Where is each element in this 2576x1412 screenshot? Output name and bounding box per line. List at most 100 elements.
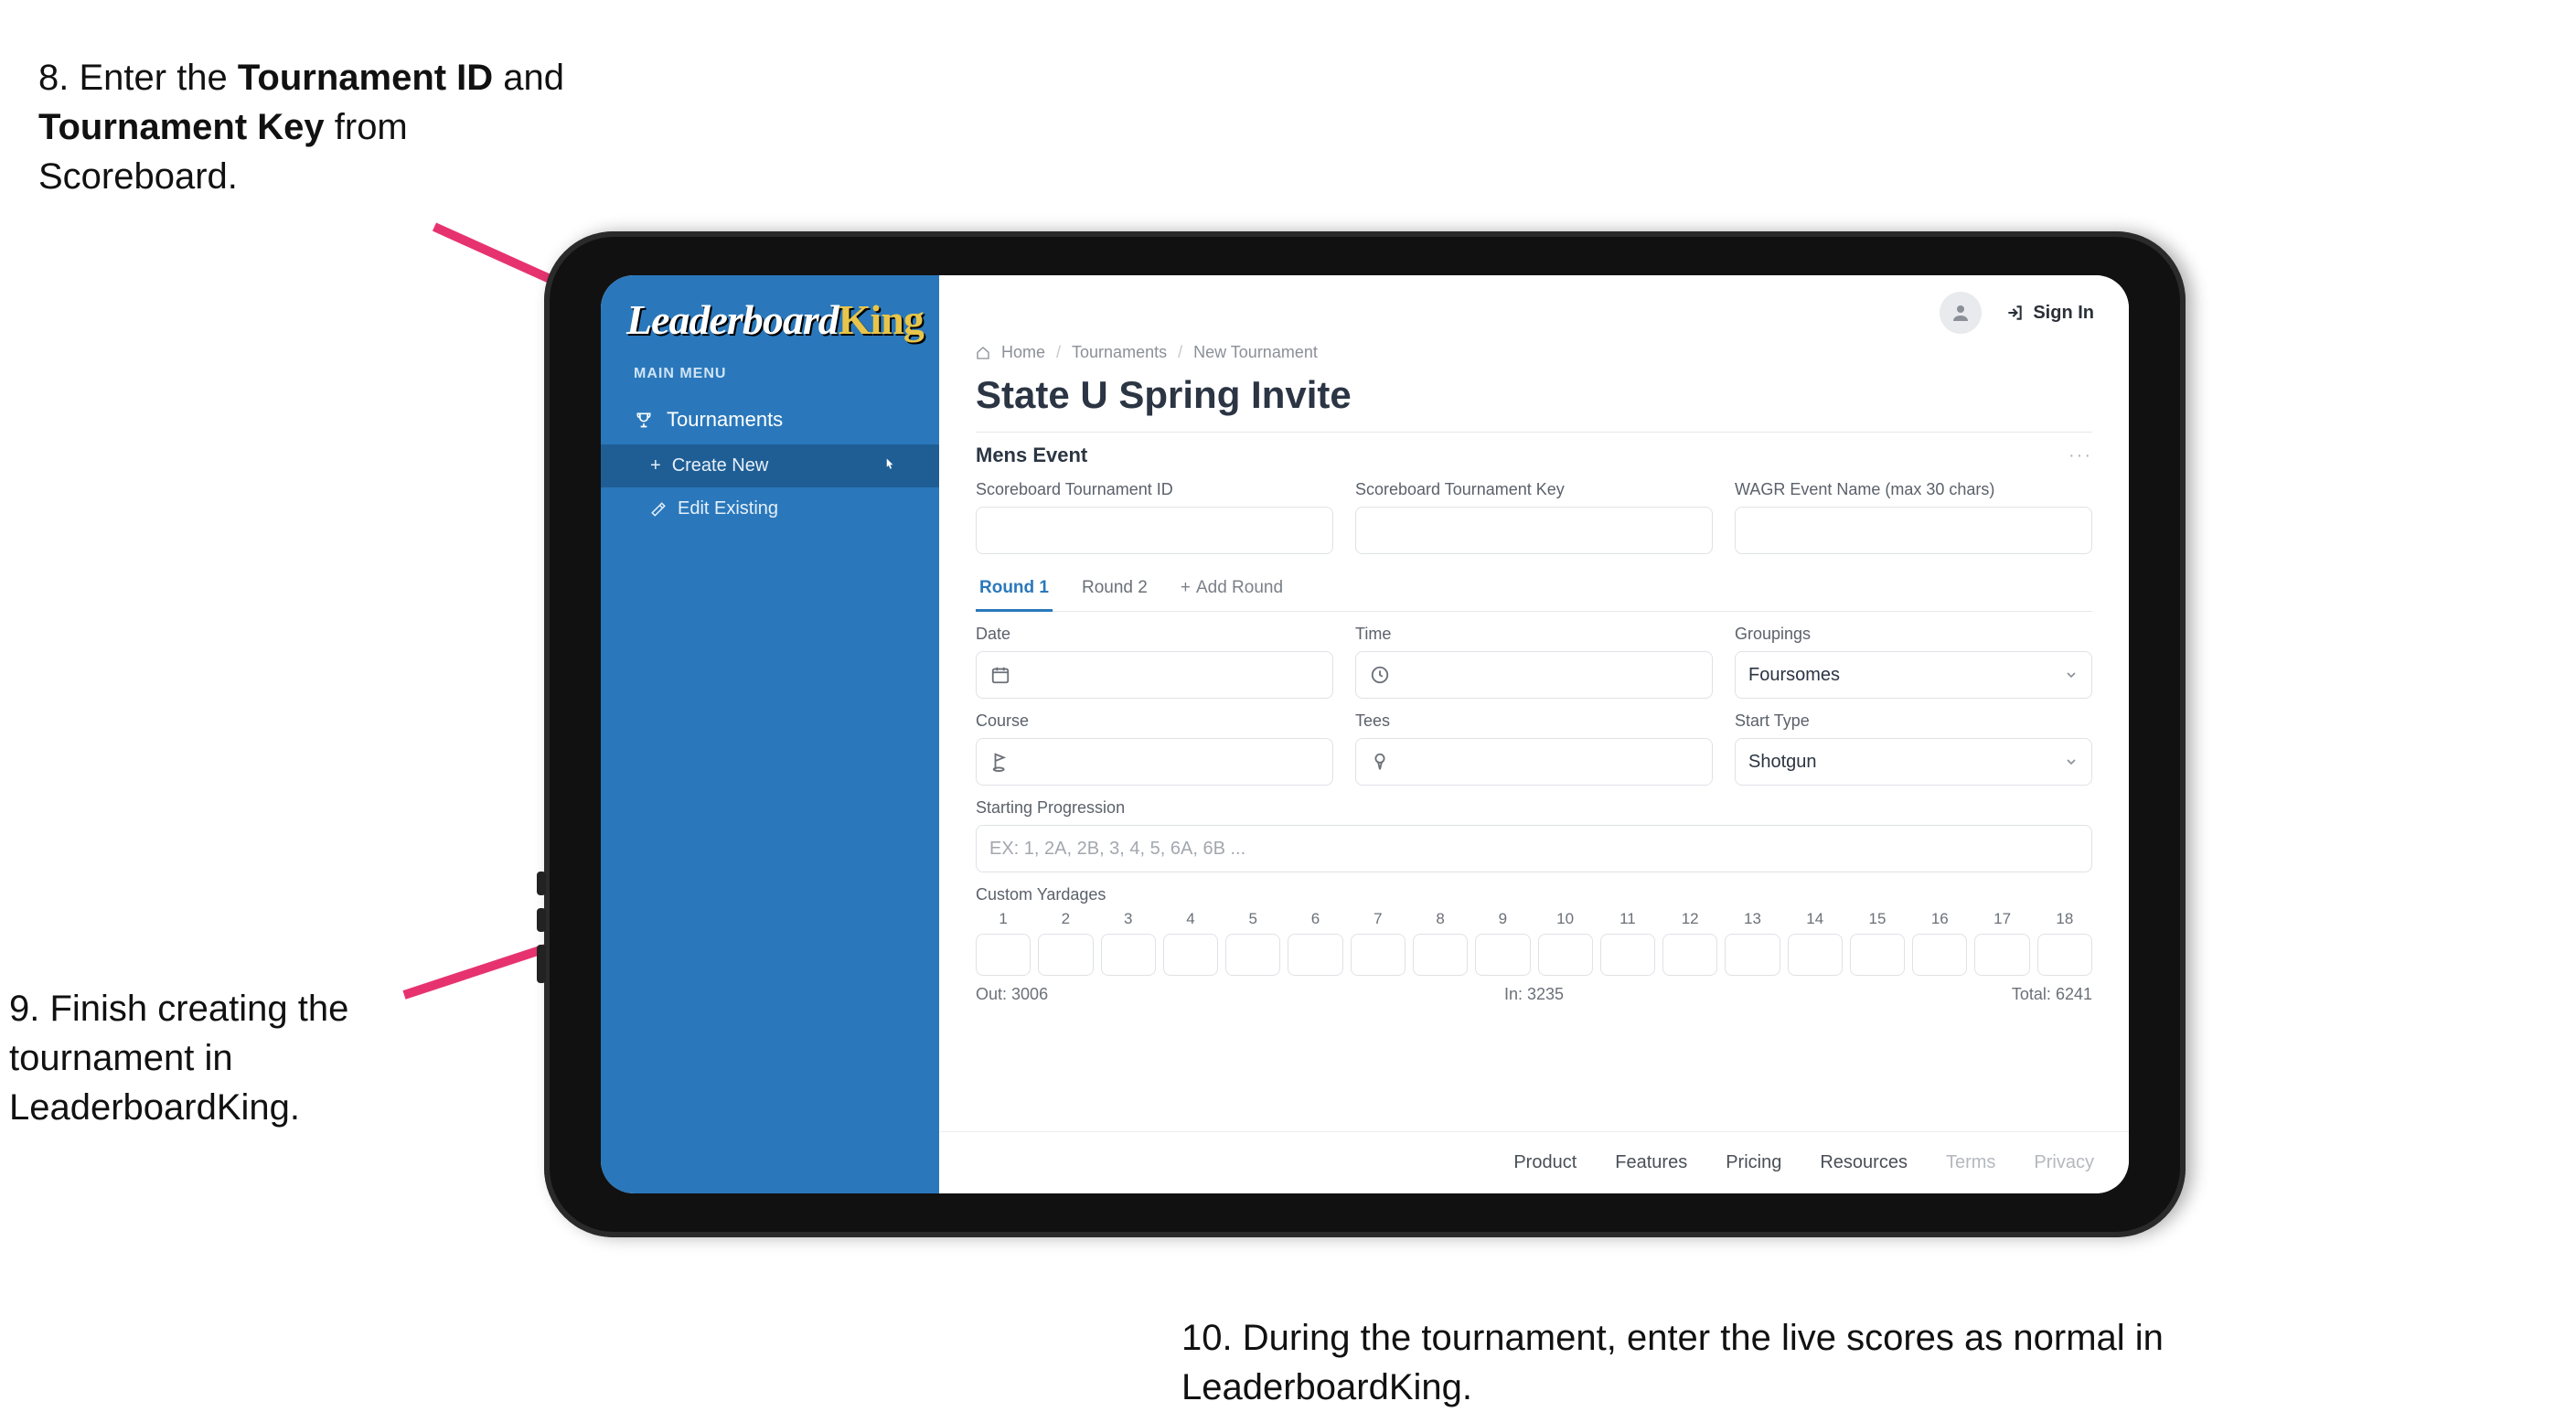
hole-yardage-input[interactable] bbox=[1288, 934, 1342, 976]
home-icon bbox=[976, 346, 990, 360]
hole-yardage-input[interactable] bbox=[1725, 934, 1780, 976]
field-scoreboard-key: Scoreboard Tournament Key bbox=[1355, 480, 1713, 554]
yardage-hole: 15 bbox=[1850, 910, 1905, 976]
sidebar: LeaderboardKing MAIN MENU Tournaments + … bbox=[601, 275, 939, 1193]
hole-number: 1 bbox=[999, 910, 1007, 928]
hole-yardage-input[interactable] bbox=[1163, 934, 1218, 976]
yardage-hole: 8 bbox=[1413, 910, 1468, 976]
input-placeholder: EX: 1, 2A, 2B, 3, 4, 5, 6A, 6B ... bbox=[989, 839, 1245, 860]
hole-yardage-input[interactable] bbox=[1538, 934, 1593, 976]
start-type-select[interactable]: Shotgun bbox=[1735, 738, 2092, 786]
avatar[interactable] bbox=[1940, 292, 1982, 334]
sidebar-sub-label: Create New bbox=[672, 455, 769, 476]
yardage-summary: Out: 3006 In: 3235 Total: 6241 bbox=[976, 985, 2092, 1004]
topbar: Sign In bbox=[939, 275, 2129, 339]
tab-round-2[interactable]: Round 2 bbox=[1078, 567, 1151, 612]
field-label: Course bbox=[976, 711, 1333, 731]
footer-privacy[interactable]: Privacy bbox=[2034, 1152, 2094, 1173]
time-input[interactable] bbox=[1355, 651, 1713, 699]
sidebar-sub-edit-existing[interactable]: Edit Existing bbox=[601, 487, 939, 530]
chevron-down-icon bbox=[2064, 668, 2079, 682]
yardage-hole: 7 bbox=[1351, 910, 1406, 976]
main-content: Sign In Home / Tournaments / New Tournam… bbox=[939, 275, 2129, 1193]
date-input[interactable] bbox=[976, 651, 1333, 699]
footer-product[interactable]: Product bbox=[1513, 1152, 1577, 1173]
breadcrumb: Home / Tournaments / New Tournament bbox=[976, 343, 2092, 369]
section-more-icon[interactable]: ··· bbox=[2068, 445, 2092, 466]
select-value: Foursomes bbox=[1748, 665, 2053, 686]
sidebar-sub-create-new[interactable]: + Create New bbox=[601, 444, 939, 487]
calendar-icon bbox=[989, 665, 1011, 685]
hole-number: 3 bbox=[1124, 910, 1132, 928]
yardage-hole: 16 bbox=[1912, 910, 1967, 976]
sidebar-item-tournaments[interactable]: Tournaments bbox=[601, 395, 939, 444]
field-label: Tees bbox=[1355, 711, 1713, 731]
yardage-hole: 14 bbox=[1788, 910, 1843, 976]
yardage-hole: 13 bbox=[1725, 910, 1780, 976]
hole-yardage-input[interactable] bbox=[1912, 934, 1967, 976]
field-label: Scoreboard Tournament Key bbox=[1355, 480, 1713, 499]
field-label: WAGR Event Name (max 30 chars) bbox=[1735, 480, 2092, 499]
scoreboard-key-input[interactable] bbox=[1355, 507, 1713, 554]
field-starting-progression: Starting Progression EX: 1, 2A, 2B, 3, 4… bbox=[976, 798, 2092, 872]
hole-yardage-input[interactable] bbox=[1351, 934, 1406, 976]
yardage-hole: 6 bbox=[1288, 910, 1342, 976]
hole-yardage-input[interactable] bbox=[976, 934, 1031, 976]
hole-yardage-input[interactable] bbox=[1413, 934, 1468, 976]
hole-number: 7 bbox=[1374, 910, 1382, 928]
instruction-step-8: 8. Enter the Tournament ID and Tournamen… bbox=[38, 53, 587, 201]
section-title: Mens Event bbox=[976, 444, 1087, 467]
groupings-select[interactable]: Foursomes bbox=[1735, 651, 2092, 699]
signin-arrow-icon bbox=[2005, 304, 2024, 322]
hole-yardage-input[interactable] bbox=[1475, 934, 1530, 976]
footer-links: Product Features Pricing Resources Terms… bbox=[939, 1131, 2129, 1193]
sidebar-item-label: Tournaments bbox=[667, 408, 783, 432]
trophy-icon bbox=[634, 410, 654, 430]
tab-round-1[interactable]: Round 1 bbox=[976, 567, 1053, 612]
yardage-hole: 4 bbox=[1163, 910, 1218, 976]
hole-yardage-input[interactable] bbox=[1038, 934, 1093, 976]
footer-resources[interactable]: Resources bbox=[1820, 1152, 1908, 1173]
breadcrumb-tournaments[interactable]: Tournaments bbox=[1072, 343, 1167, 362]
hole-yardage-input[interactable] bbox=[1600, 934, 1655, 976]
breadcrumb-new-tournament[interactable]: New Tournament bbox=[1193, 343, 1318, 362]
scoreboard-id-input[interactable] bbox=[976, 507, 1333, 554]
hole-yardage-input[interactable] bbox=[1101, 934, 1156, 976]
field-label: Time bbox=[1355, 625, 1713, 644]
hole-number: 12 bbox=[1682, 910, 1699, 928]
yardage-hole: 5 bbox=[1225, 910, 1280, 976]
yardage-hole: 2 bbox=[1038, 910, 1093, 976]
field-tees: Tees bbox=[1355, 711, 1713, 786]
wagr-name-input[interactable] bbox=[1735, 507, 2092, 554]
tablet-volume-down bbox=[537, 908, 546, 932]
hole-yardage-input[interactable] bbox=[1662, 934, 1717, 976]
hole-number: 11 bbox=[1619, 910, 1636, 928]
yardage-hole: 10 bbox=[1538, 910, 1593, 976]
yardage-hole: 1 bbox=[976, 910, 1031, 976]
page-title: State U Spring Invite bbox=[976, 369, 2092, 432]
hole-yardage-input[interactable] bbox=[1850, 934, 1905, 976]
plus-icon: + bbox=[1181, 578, 1191, 597]
field-label: Date bbox=[976, 625, 1333, 644]
footer-terms[interactable]: Terms bbox=[1946, 1152, 1995, 1173]
hole-yardage-input[interactable] bbox=[1225, 934, 1280, 976]
breadcrumb-home[interactable]: Home bbox=[1001, 343, 1045, 362]
field-wagr-name: WAGR Event Name (max 30 chars) bbox=[1735, 480, 2092, 554]
starting-progression-input[interactable]: EX: 1, 2A, 2B, 3, 4, 5, 6A, 6B ... bbox=[976, 825, 2092, 872]
tablet-power-button bbox=[537, 945, 546, 983]
footer-pricing[interactable]: Pricing bbox=[1726, 1152, 1781, 1173]
select-value: Shotgun bbox=[1748, 752, 2053, 773]
field-label: Start Type bbox=[1735, 711, 2092, 731]
course-input[interactable] bbox=[976, 738, 1333, 786]
hole-yardage-input[interactable] bbox=[2037, 934, 2092, 976]
tees-input[interactable] bbox=[1355, 738, 1713, 786]
yardage-grid: 123456789101112131415161718 bbox=[976, 910, 2092, 976]
plus-icon: + bbox=[650, 455, 661, 476]
hole-number: 5 bbox=[1249, 910, 1257, 928]
hole-yardage-input[interactable] bbox=[1788, 934, 1843, 976]
flag-icon bbox=[989, 752, 1011, 772]
tab-add-round[interactable]: +Add Round bbox=[1177, 567, 1287, 612]
footer-features[interactable]: Features bbox=[1615, 1152, 1687, 1173]
hole-yardage-input[interactable] bbox=[1974, 934, 2029, 976]
sign-in-button[interactable]: Sign In bbox=[2005, 303, 2094, 324]
